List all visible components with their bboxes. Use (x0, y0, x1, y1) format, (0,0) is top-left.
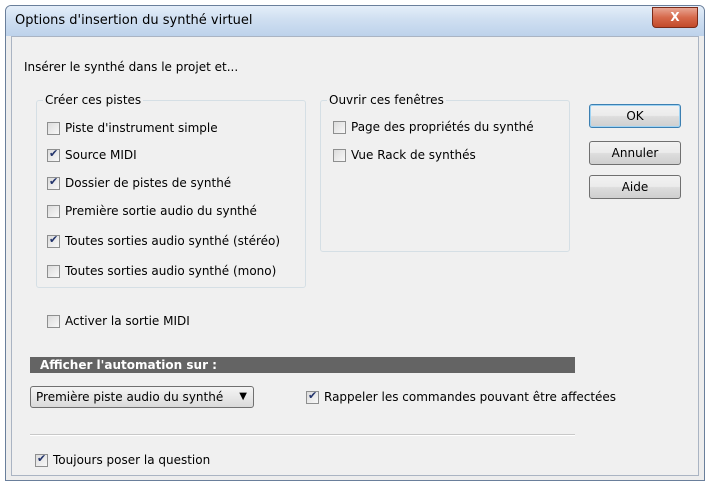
help-button[interactable]: Aide (589, 175, 681, 199)
chevron-down-icon[interactable]: ▼ (239, 387, 247, 407)
checkbox-box[interactable] (333, 148, 346, 162)
checkbox-simple-instrument-track[interactable]: Piste d'instrument simple (47, 121, 218, 135)
checkbox-recall-assignable-controls[interactable]: Rappeler les commandes pouvant être affe… (306, 389, 617, 404)
checkbox-synth-properties-page[interactable]: Page des propriétés du synthé (333, 120, 534, 134)
checkbox-label: Toutes sorties audio synthé (mono) (65, 264, 277, 278)
checkbox-label: Première sortie audio du synthé (65, 204, 257, 218)
checkbox-first-audio-output[interactable]: Première sortie audio du synthé (47, 204, 257, 218)
checkbox-label: Page des propriétés du synthé (351, 120, 534, 134)
window-title: Options d'insertion du synthé virtuel (15, 13, 253, 28)
checkbox-label: Source MIDI (65, 148, 137, 162)
checkbox-label: Toutes sorties audio synthé (stéréo) (65, 234, 281, 248)
ok-button[interactable]: OK (589, 104, 681, 128)
close-icon: X (670, 10, 680, 24)
checkbox-label: Dossier de pistes de synthé (65, 176, 232, 190)
automation-target-dropdown[interactable]: Première piste audio du synthé ▼ (30, 386, 254, 408)
checkbox-synth-rack-view[interactable]: Vue Rack de synthés (333, 148, 476, 162)
open-windows-label: Ouvrir ces fenêtres (327, 93, 446, 107)
checkbox-midi-source[interactable]: Source MIDI (47, 147, 137, 162)
checkbox-label: Vue Rack de synthés (351, 148, 476, 162)
checkbox-label: Piste d'instrument simple (65, 121, 218, 135)
checkbox-box[interactable] (47, 204, 60, 218)
checkbox-box[interactable] (47, 264, 60, 278)
intro-text: Insérer le synthé dans le projet et... (24, 60, 239, 74)
dropdown-selected-value: Première piste audio du synthé (36, 390, 224, 404)
checkbox-label: Rappeler les commandes pouvant être affe… (324, 390, 617, 404)
checkbox-box[interactable] (47, 314, 60, 328)
checkbox-enable-midi-output[interactable]: Activer la sortie MIDI (47, 314, 190, 328)
checkbox-box[interactable] (47, 233, 60, 248)
checkbox-synth-track-folder[interactable]: Dossier de pistes de synthé (47, 175, 232, 190)
checkbox-label: Toujours poser la question (53, 453, 211, 467)
checkbox-box[interactable] (47, 121, 60, 135)
checkbox-box[interactable] (333, 120, 346, 134)
separator-line (30, 434, 575, 436)
checkbox-all-audio-outputs-stereo[interactable]: Toutes sorties audio synthé (stéréo) (47, 233, 281, 248)
automation-section-header: Afficher l'automation sur : (30, 357, 575, 373)
title-bar[interactable]: Options d'insertion du synthé virtuel X (6, 6, 704, 36)
checkbox-box[interactable] (47, 147, 60, 162)
checkbox-all-audio-outputs-mono[interactable]: Toutes sorties audio synthé (mono) (47, 264, 276, 278)
checkbox-always-ask[interactable]: Toujours poser la question (35, 452, 211, 467)
close-button[interactable]: X (652, 7, 698, 28)
checkbox-box[interactable] (306, 389, 319, 404)
cancel-button[interactable]: Annuler (589, 141, 681, 165)
create-tracks-label: Créer ces pistes (43, 93, 144, 107)
checkbox-box[interactable] (47, 175, 60, 190)
checkbox-label: Activer la sortie MIDI (65, 314, 190, 328)
checkbox-box[interactable] (35, 452, 48, 467)
